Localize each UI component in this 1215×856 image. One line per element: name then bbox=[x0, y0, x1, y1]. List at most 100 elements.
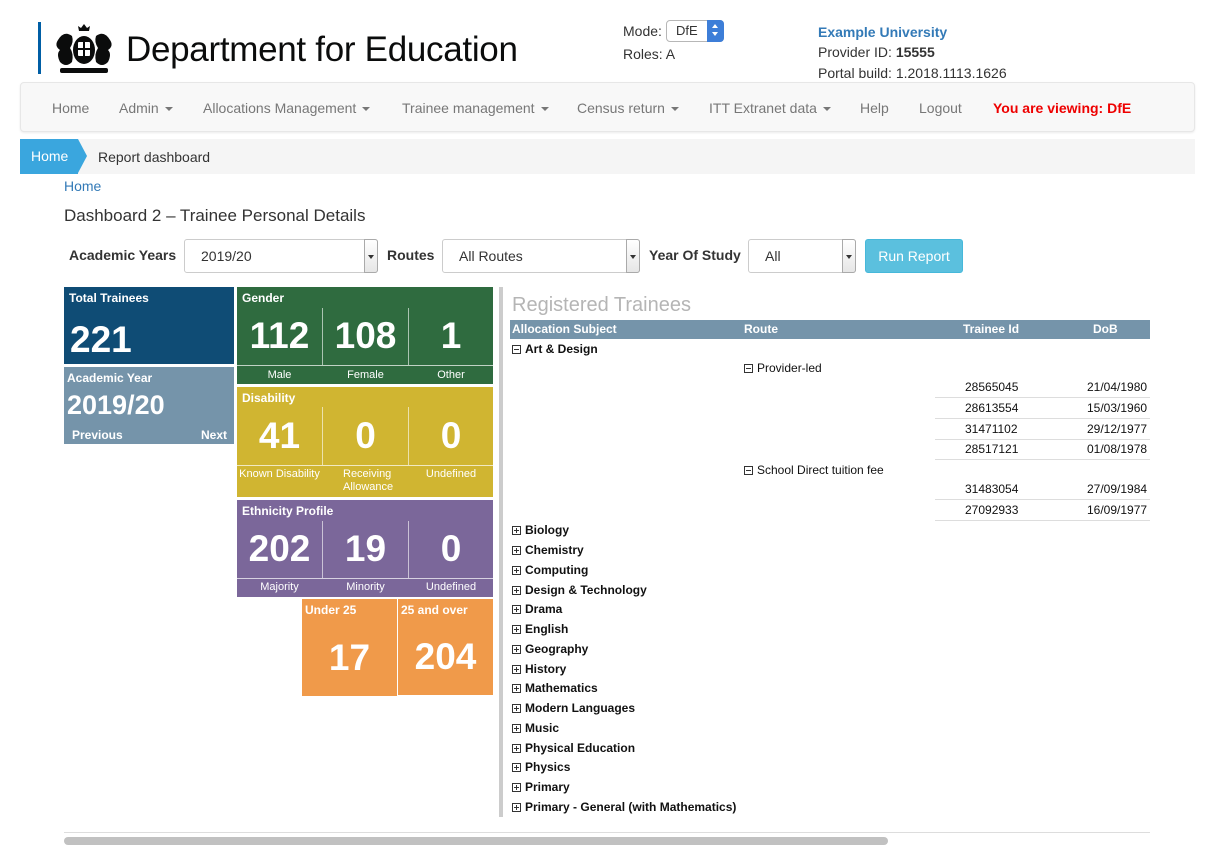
table-row: 28613554 15/03/1960 bbox=[935, 398, 1150, 419]
divider bbox=[64, 832, 1150, 833]
mode-label: Mode: bbox=[623, 23, 662, 39]
expand-icon[interactable] bbox=[512, 665, 521, 674]
subject-label: History bbox=[525, 662, 567, 676]
subject-row[interactable]: Mathematics bbox=[512, 681, 598, 695]
run-report-button[interactable]: Run Report bbox=[865, 239, 963, 273]
expand-icon[interactable] bbox=[512, 546, 521, 555]
dropdown-arrow-icon bbox=[626, 239, 640, 273]
academic-years-select[interactable]: 2019/20 bbox=[184, 239, 378, 273]
nav-itt-extranet-data[interactable]: ITT Extranet data bbox=[709, 100, 831, 116]
routes-value: All Routes bbox=[459, 248, 523, 264]
expand-icon[interactable] bbox=[512, 566, 521, 575]
trainee-id: 28565045 bbox=[965, 380, 1019, 394]
col-route[interactable]: Route bbox=[744, 322, 778, 336]
next-year-link[interactable]: Next bbox=[201, 428, 227, 442]
col-dob[interactable]: DoB bbox=[1093, 322, 1118, 336]
subject-row-art-design[interactable]: Art & Design bbox=[512, 342, 598, 356]
subject-row[interactable]: Biology bbox=[512, 523, 569, 537]
table-row: 28565045 21/04/1980 bbox=[935, 377, 1150, 398]
nav-trainee-management[interactable]: Trainee management bbox=[402, 100, 549, 116]
breadcrumb-current: Report dashboard bbox=[98, 149, 211, 165]
subject-row[interactable]: Chemistry bbox=[512, 543, 584, 557]
receiving-allowance-value: 0 bbox=[355, 415, 376, 456]
col-trainee-id[interactable]: Trainee Id bbox=[963, 322, 1019, 336]
subject-row[interactable]: Physical Education bbox=[512, 741, 635, 755]
expand-icon[interactable] bbox=[512, 803, 521, 812]
expand-icon[interactable] bbox=[512, 605, 521, 614]
expand-icon[interactable] bbox=[512, 526, 521, 535]
subject-row[interactable]: Primary bbox=[512, 780, 570, 794]
gender-male-value: 112 bbox=[249, 315, 310, 356]
subject-row[interactable]: Music bbox=[512, 721, 559, 735]
subject-label: English bbox=[525, 622, 569, 636]
updown-arrows-icon bbox=[707, 20, 724, 42]
home-link[interactable]: Home bbox=[64, 178, 101, 194]
expand-icon[interactable] bbox=[512, 645, 521, 654]
route-row-provider-led[interactable]: Provider-led bbox=[744, 361, 822, 375]
subject-row[interactable]: Modern Languages bbox=[512, 701, 635, 715]
subject-row[interactable]: Design & Technology bbox=[512, 583, 647, 597]
routes-label: Routes bbox=[387, 247, 435, 263]
nav-admin[interactable]: Admin bbox=[119, 100, 173, 116]
subject-row[interactable]: Computing bbox=[512, 563, 588, 577]
breadcrumb-home[interactable]: Home bbox=[20, 139, 87, 174]
nav-census-return[interactable]: Census return bbox=[577, 100, 679, 116]
known-disability-value: 41 bbox=[258, 415, 301, 456]
year-of-study-select[interactable]: All bbox=[748, 239, 856, 273]
subject-row[interactable]: History bbox=[512, 662, 566, 676]
subject-row[interactable]: Physics bbox=[512, 760, 570, 774]
academic-years-value: 2019/20 bbox=[201, 248, 252, 264]
logo-accent-bar bbox=[38, 22, 41, 74]
expand-icon[interactable] bbox=[512, 724, 521, 733]
expand-icon[interactable] bbox=[512, 704, 521, 713]
nav-allocations-management[interactable]: Allocations Management bbox=[203, 100, 371, 116]
year-of-study-label: Year Of Study bbox=[649, 247, 741, 263]
routes-select[interactable]: All Routes bbox=[442, 239, 640, 273]
table-row: 31471102 29/12/1977 bbox=[935, 419, 1150, 440]
collapse-icon[interactable] bbox=[744, 466, 753, 475]
nav-admin-label: Admin bbox=[119, 100, 159, 116]
horizontal-scrollbar[interactable] bbox=[64, 837, 888, 845]
subject-row[interactable]: Geography bbox=[512, 642, 588, 656]
nav-help[interactable]: Help bbox=[860, 100, 889, 116]
organisation-link[interactable]: Example University bbox=[818, 24, 947, 40]
subject-row[interactable]: Drama bbox=[512, 602, 562, 616]
page-title: Dashboard 2 – Trainee Personal Details bbox=[64, 206, 366, 225]
expand-icon[interactable] bbox=[512, 586, 521, 595]
expand-icon[interactable] bbox=[512, 684, 521, 693]
under-25-tile: Under 25 17 bbox=[302, 599, 397, 696]
col-allocation-subject[interactable]: Allocation Subject bbox=[512, 322, 617, 336]
gender-tile: Gender 112 108 1 Male Female Other bbox=[237, 287, 493, 384]
main-navbar: Home Admin Allocations Management Traine… bbox=[20, 82, 1195, 132]
disability-undefined-value: 0 bbox=[440, 415, 462, 456]
trainee-id: 27092933 bbox=[965, 503, 1019, 517]
portal-build: Portal build: 1.2018.1113.1626 bbox=[818, 65, 1007, 81]
gender-male-label: Male bbox=[267, 369, 292, 381]
caret-down-icon bbox=[362, 107, 371, 112]
nav-allocations-label: Allocations Management bbox=[203, 100, 357, 116]
mode-select[interactable]: DfE bbox=[666, 20, 724, 42]
25-and-over-title: 25 and over bbox=[401, 603, 468, 617]
collapse-icon[interactable] bbox=[744, 364, 753, 373]
ethnicity-minority-value: 19 bbox=[344, 528, 387, 569]
expand-icon[interactable] bbox=[512, 625, 521, 634]
subject-label: Design & Technology bbox=[525, 583, 647, 597]
trainee-dob: 21/04/1980 bbox=[1087, 380, 1148, 394]
subject-row[interactable]: Primary - General (with Mathematics) bbox=[512, 800, 736, 814]
expand-icon[interactable] bbox=[512, 744, 521, 753]
trainee-dob: 01/08/1978 bbox=[1087, 442, 1148, 456]
ethnicity-title: Ethnicity Profile bbox=[242, 504, 334, 518]
royal-crest-icon bbox=[56, 24, 112, 73]
previous-year-link[interactable]: Previous bbox=[72, 428, 123, 442]
trainee-id: 28517121 bbox=[965, 442, 1019, 456]
route-row-school-direct[interactable]: School Direct tuition fee bbox=[744, 463, 884, 477]
nav-home[interactable]: Home bbox=[52, 100, 89, 116]
nav-logout[interactable]: Logout bbox=[919, 100, 962, 116]
ethnicity-majority-value: 202 bbox=[248, 528, 311, 569]
subject-row[interactable]: English bbox=[512, 622, 568, 636]
total-trainees-title: Total Trainees bbox=[69, 291, 149, 305]
expand-icon[interactable] bbox=[512, 763, 521, 772]
expand-icon[interactable] bbox=[512, 783, 521, 792]
route-label: Provider-led bbox=[757, 361, 822, 375]
collapse-icon[interactable] bbox=[512, 345, 521, 354]
